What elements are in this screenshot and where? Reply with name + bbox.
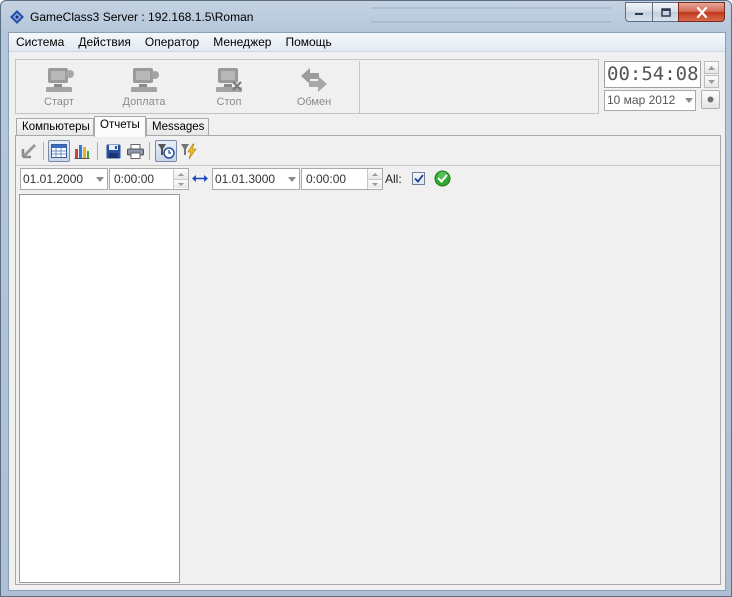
report-list-panel[interactable]: [19, 194, 180, 583]
exchange-arrows-icon: [301, 68, 327, 92]
time-to-field[interactable]: 0:00:00: [301, 168, 383, 190]
tab-reports[interactable]: Отчеты: [94, 116, 146, 137]
app-window: GameClass3 Server : 192.168.1.5\Roman Си…: [0, 0, 732, 597]
report-toolbar-divider: [16, 165, 720, 166]
date-to-combo[interactable]: 01.01.3000: [212, 168, 300, 190]
table-view-icon: [51, 144, 67, 158]
tab-computers-label: Компьютеры: [22, 121, 90, 133]
exchange-button[interactable]: Обмен: [274, 62, 354, 112]
close-icon: [696, 6, 707, 18]
chevron-down-icon: [288, 177, 296, 182]
start-button-label: Старт: [44, 96, 74, 108]
tab-messages[interactable]: Messages: [146, 118, 209, 136]
time-to-spinner[interactable]: [367, 169, 382, 189]
stop-button-label: Стоп: [216, 96, 242, 108]
exchange-button-label: Обмен: [296, 96, 332, 108]
all-label: All:: [385, 172, 402, 186]
clock-time: 00:54:08: [604, 61, 701, 88]
lightning-filter-icon: [181, 143, 197, 160]
time-from-spinner[interactable]: [173, 169, 188, 189]
main-toolbar: Старт Доплата Стоп Обмен: [15, 59, 599, 114]
title-bar[interactable]: GameClass3 Server : 192.168.1.5\Roman: [1, 1, 731, 32]
tab-computers[interactable]: Компьютеры: [16, 118, 94, 136]
menu-actions[interactable]: Действия: [71, 33, 138, 51]
minimize-button[interactable]: [625, 2, 652, 22]
close-button[interactable]: [678, 2, 725, 22]
menu-operator[interactable]: Оператор: [138, 33, 206, 51]
checkmark-icon: [413, 174, 424, 183]
print-button[interactable]: [124, 140, 146, 162]
range-arrows-icon: [192, 175, 208, 182]
chevron-down-icon: [685, 98, 693, 103]
computer-add-payment-icon: [131, 68, 159, 92]
chart-view-button[interactable]: [71, 140, 93, 162]
clock-spinner[interactable]: [704, 61, 719, 88]
table-view-button[interactable]: [48, 140, 70, 162]
arrow-down-icon: [178, 182, 184, 186]
time-from-field[interactable]: 0:00:00: [109, 168, 189, 190]
tab-messages-label: Messages: [152, 121, 205, 133]
filter-time-button[interactable]: [155, 140, 177, 162]
time-from-value: 0:00:00: [114, 172, 155, 186]
minimize-icon: [635, 13, 643, 15]
menu-manager[interactable]: Менеджер: [206, 33, 278, 51]
record-dot-icon: [707, 96, 714, 103]
menu-help[interactable]: Помощь: [278, 33, 338, 51]
clock-spin-up[interactable]: [704, 61, 719, 74]
add-payment-button-label: Доплата: [122, 96, 166, 108]
quick-filter-button[interactable]: [178, 140, 200, 162]
maximize-button[interactable]: [652, 2, 678, 22]
record-button[interactable]: [701, 90, 720, 109]
stop-button[interactable]: Стоп: [189, 62, 269, 112]
arrow-up-icon: [372, 172, 378, 176]
report-toolbar-separator: [43, 142, 44, 160]
filter-time-icon: [158, 144, 175, 159]
tab-reports-label: Отчеты: [100, 119, 140, 131]
date-to-value: 01.01.3000: [215, 172, 276, 186]
apply-check-icon[interactable]: [434, 170, 451, 187]
background-window-ghost: [371, 1, 611, 31]
report-toolbar-separator: [97, 142, 98, 160]
menu-system[interactable]: Система: [9, 33, 71, 51]
arrow-up-icon: [178, 172, 184, 176]
all-checkbox[interactable]: [412, 172, 425, 185]
arrow-down-icon: [372, 182, 378, 186]
chart-view-icon: [74, 145, 90, 159]
export-button[interactable]: [18, 140, 40, 162]
clock-date: 10 мар 2012: [607, 93, 676, 107]
export-arrow-icon: [21, 143, 37, 159]
clock-date-combo[interactable]: 10 мар 2012: [604, 90, 696, 111]
start-button[interactable]: Старт: [19, 62, 99, 112]
menu-bar: Система Действия Оператор Менеджер Помощ…: [9, 33, 725, 52]
chevron-down-icon: [96, 177, 104, 182]
arrow-down-icon: [708, 79, 715, 84]
clock-spin-down[interactable]: [704, 75, 719, 88]
app-logo-icon: [10, 10, 24, 24]
time-to-value: 0:00:00: [306, 172, 347, 186]
reports-page: 01.01.2000 0:00:00 01.01.3000 0:00:00 Al…: [15, 135, 721, 585]
date-from-value: 01.01.2000: [23, 172, 84, 186]
date-from-combo[interactable]: 01.01.2000: [20, 168, 108, 190]
report-toolbar-separator: [149, 142, 150, 160]
print-icon: [126, 143, 144, 159]
add-payment-button[interactable]: Доплата: [104, 62, 184, 112]
computer-stop-icon: [216, 68, 242, 92]
arrow-up-icon: [708, 65, 715, 70]
save-icon: [106, 144, 120, 158]
client-area: Система Действия Оператор Менеджер Помощ…: [8, 32, 726, 591]
save-button[interactable]: [102, 140, 124, 162]
window-title: GameClass3 Server : 192.168.1.5\Roman: [30, 10, 254, 24]
computer-start-icon: [46, 68, 74, 92]
toolbar-separator: [359, 61, 360, 113]
maximize-icon: [660, 7, 671, 17]
